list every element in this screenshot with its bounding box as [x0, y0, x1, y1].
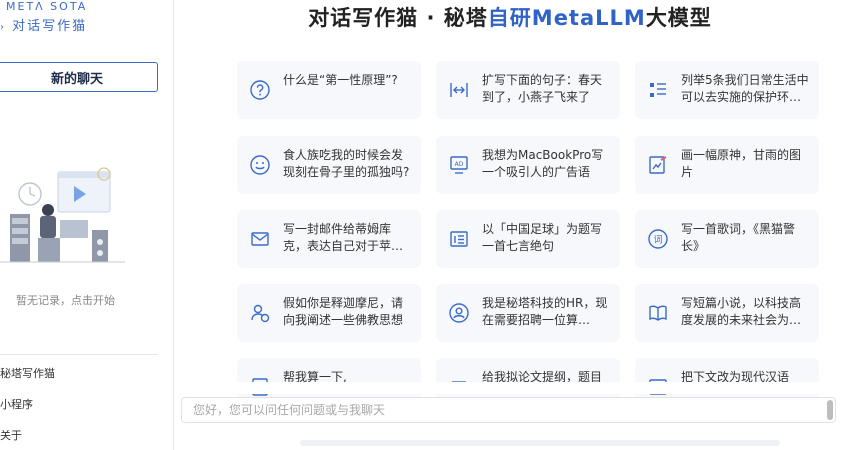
paint-icon	[649, 156, 667, 174]
prompt-card[interactable]: 以「中国足球」为题写一首七言绝句	[436, 210, 620, 268]
prompt-card-text: 列举5条我们日常生活中可以去实施的保护环…	[681, 73, 809, 104]
prompt-card-text: 以「中国足球」为题写一首七言绝句	[482, 222, 603, 253]
svg-text:AD: AD	[455, 161, 464, 168]
user-chat-icon	[251, 304, 270, 323]
smile-icon	[250, 155, 270, 175]
list-icon	[650, 83, 666, 97]
prompt-card-text: 写一首歌词，《黑猫警长》	[681, 222, 796, 253]
poem-icon	[450, 231, 468, 247]
question-icon	[250, 80, 270, 100]
expand-icon	[450, 83, 468, 97]
chat-input[interactable]	[182, 398, 822, 422]
prompt-card-text: 我想为MacBookPro写一个吸引人的广告语	[482, 148, 604, 179]
sidebar-divider	[0, 354, 158, 355]
page-title: 对话写作猫 · 秘塔自研MetaLLM大模型	[174, 2, 846, 32]
prompt-card-text: 画一幅原神，甘雨的图片	[681, 148, 802, 179]
svg-text:词: 词	[653, 235, 662, 246]
lyrics-icon: 词	[648, 229, 668, 249]
prompt-card-text: 我是秘塔科技的HR，现在需要招聘一位算…	[482, 296, 608, 327]
mail-icon	[251, 232, 269, 246]
chat-input-box	[181, 397, 836, 423]
scroll-fade	[230, 382, 830, 394]
book-icon	[649, 305, 667, 321]
ad-screen-icon: AD	[450, 156, 468, 174]
logo-wordmark: METΛ SOTA	[6, 0, 88, 13]
sidebar-link-about[interactable]: 关于	[0, 427, 22, 443]
prompt-card[interactable]: 食人族吃我的时候会发现刻在骨子里的孤独吗?	[237, 136, 421, 194]
prompt-card[interactable]: 词 写一首歌词，《黑猫警长》	[635, 210, 819, 268]
new-chat-button[interactable]: 新的聊天	[0, 62, 158, 92]
prompt-card[interactable]: 我是秘塔科技的HR，现在需要招聘一位算…	[436, 284, 620, 342]
prompt-card[interactable]: 列举5条我们日常生活中可以去实施的保护环…	[635, 61, 819, 119]
prompt-card[interactable]: 写短篇小说，以科技高度发展的未来社会为…	[635, 284, 819, 342]
logo-subtitle: › 对话写作猫	[0, 19, 88, 34]
prompt-card[interactable]: 画一幅原神，甘雨的图片	[635, 136, 819, 194]
prompt-card-text: 假如你是释迦摩尼，请向我阐述一些佛教思想	[283, 296, 404, 327]
prompt-card-text: 写一封邮件给蒂姆库克，表达自己对于苹…	[283, 222, 404, 253]
sidebar: METΛ SOTA › 对话写作猫 新的聊天 暂无记录，点击开始 秘塔写作猫 小…	[0, 0, 174, 450]
prompt-card-text: 食人族吃我的时候会发现刻在骨子里的孤独吗?	[283, 148, 410, 179]
title-prefix: 对话写作猫 · 秘塔	[308, 6, 488, 30]
prompt-card[interactable]: AD 我想为MacBookPro写一个吸引人的广告语	[436, 136, 620, 194]
prompt-card[interactable]: 写一封邮件给蒂姆库克，表达自己对于苹…	[237, 210, 421, 268]
prompt-card-text: 什么是“第一性原理”?	[283, 73, 398, 87]
input-scrollbar[interactable]	[827, 400, 833, 420]
sidebar-link-xiezuomao[interactable]: 秘塔写作猫	[0, 365, 55, 381]
prompt-card[interactable]: 扩写下面的句子：春天到了，小燕子飞来了	[436, 61, 620, 119]
prompt-card[interactable]: 假如你是释迦摩尼，请向我阐述一些佛教思想	[237, 284, 421, 342]
title-accent: 自研MetaLLM	[487, 6, 646, 30]
prompt-card[interactable]: 什么是“第一性原理”?	[237, 61, 421, 119]
empty-history-text: 暂无记录，点击开始	[16, 294, 115, 307]
prompt-card-text: 扩写下面的句子：春天到了，小燕子飞来了	[482, 73, 603, 104]
hr-icon	[449, 303, 469, 323]
empty-history-illustration	[0, 167, 125, 263]
footer-note	[300, 440, 780, 446]
title-suffix: 大模型	[645, 6, 712, 30]
sidebar-link-miniprogram[interactable]: 小程序	[0, 396, 33, 412]
prompt-card-text: 写短篇小说，以科技高度发展的未来社会为…	[681, 296, 802, 327]
brand-logo[interactable]: METΛ SOTA › 对话写作猫	[0, 0, 174, 40]
